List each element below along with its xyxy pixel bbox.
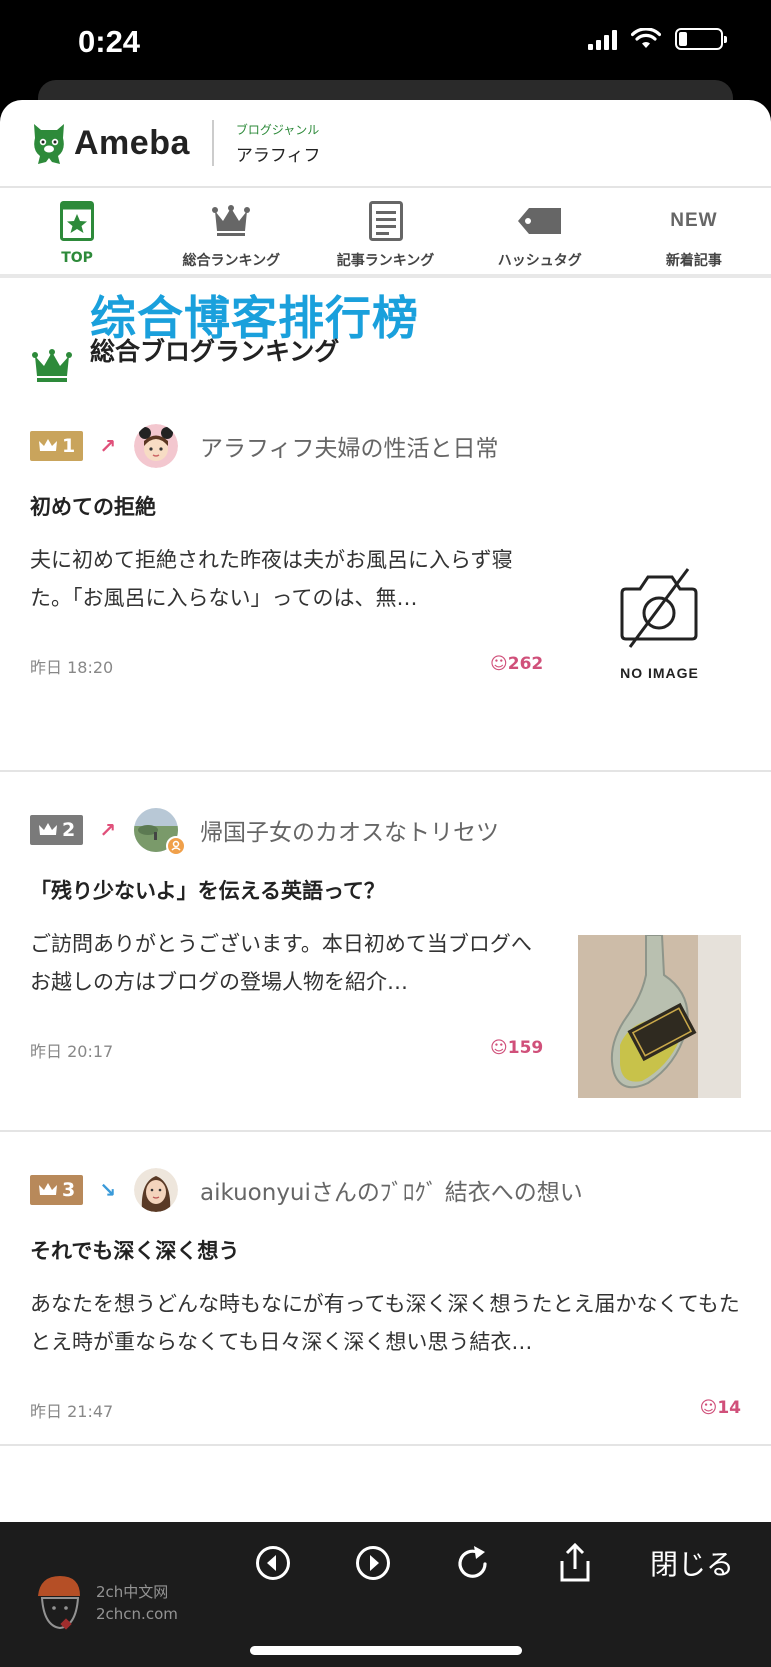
section-title: 総合ブログランキング <box>90 337 340 366</box>
smile-icon: ☺ <box>490 1038 508 1058</box>
ranking-entry[interactable]: 1 ↗ アラフィフ夫婦の性活と日常 初めての拒絶 夫に初めて拒絶された昨夜は夫が… <box>0 388 771 772</box>
entry-excerpt: 夫に初めて拒絶された昨夜は夫がお風呂に入らず寝た。「お風呂に入らない」ってのは、… <box>30 548 513 610</box>
browser-toolbar: 閉じる 2ch中文网 2chcn.com <box>0 1522 771 1667</box>
watermark-line1: 2ch中文网 <box>96 1583 169 1601</box>
tab-top[interactable]: TOP <box>0 188 154 274</box>
site-header: Ameba ブログジャンル アラフィフ <box>0 100 771 188</box>
avatar[interactable] <box>134 424 178 468</box>
rank-crown-icon <box>39 1183 57 1195</box>
smile-icon: ☺ <box>490 654 508 674</box>
article-icon <box>368 201 403 241</box>
site-watermark: 2ch中文网 2chcn.com <box>32 1572 178 1634</box>
forward-arrow-icon <box>356 1546 390 1580</box>
camera-off-icon <box>620 568 698 648</box>
watermark-mascot-icon <box>38 1576 80 1630</box>
like-count: ☺159 <box>490 1038 543 1058</box>
close-button[interactable]: 閉じる <box>650 1540 734 1586</box>
entry-thumbnail[interactable] <box>578 935 741 1098</box>
genre-caption: ブログジャンル <box>235 122 320 137</box>
reload-button[interactable] <box>450 1540 496 1586</box>
like-count: ☺262 <box>490 654 543 674</box>
avatar[interactable] <box>134 808 186 856</box>
trend-down-icon: ↘ <box>99 1178 116 1202</box>
forward-button[interactable] <box>350 1540 396 1586</box>
genre-nav: TOP 総合ランキング 記事ランキング ハッシュタグ NEW 新着記事 <box>0 188 771 278</box>
like-count-value: 159 <box>507 1038 544 1058</box>
smile-icon: ☺ <box>699 1398 718 1418</box>
entry-time: 昨日 21:47 <box>30 1402 114 1421</box>
ranking-section-header: 综合博客排行榜 総合ブログランキング <box>0 278 771 388</box>
tab-new-articles[interactable]: NEW 新着記事 <box>617 188 771 274</box>
blog-name[interactable]: アラフィフ夫婦の性活と日常 <box>200 429 499 463</box>
entry-title[interactable]: 「残り少ないよ」を伝える英語って？ <box>30 875 385 905</box>
ranking-entry[interactable]: 3 ↘ aikuonyuiさんのﾌﾞﾛｸﾞ 結衣への想い それでも深く深く想う … <box>0 1132 771 1446</box>
new-icon: NEW <box>670 210 718 231</box>
tab-new-articles-label: 新着記事 <box>665 253 722 269</box>
blog-name[interactable]: 帰国子女のカオスなトリセツ <box>200 813 499 847</box>
entry-time: 昨日 20:17 <box>30 1042 114 1061</box>
share-button[interactable] <box>552 1540 598 1586</box>
reload-icon <box>458 1546 487 1578</box>
header-divider <box>211 120 214 166</box>
tab-overall-ranking-label: 総合ランキング <box>182 253 281 269</box>
back-arrow-icon <box>256 1546 290 1580</box>
entry-time: 昨日 18:20 <box>30 658 114 677</box>
rank-badge: 1 <box>30 431 84 461</box>
tab-hashtag[interactable]: ハッシュタグ <box>463 188 617 274</box>
rank-number: 3 <box>62 1179 76 1201</box>
rank-number: 1 <box>62 435 76 457</box>
tab-overall-ranking[interactable]: 総合ランキング <box>154 188 308 274</box>
like-count-value: 262 <box>507 654 544 674</box>
browser-sheet: Ameba ブログジャンル アラフィフ TOP 総合ランキング 記事ランキング … <box>0 100 771 1522</box>
rank-crown-icon <box>39 823 57 835</box>
cellular-signal-icon <box>588 28 617 50</box>
crown-icon <box>212 205 251 236</box>
rank-number: 2 <box>62 819 76 841</box>
rank-badge: 2 <box>30 815 84 845</box>
entry-excerpt: あなたを想うどんな時もなにが有っても深く深く想うたとえ届かなくてもたとえ時が重な… <box>30 1292 740 1354</box>
rank-row: 1 ↗ アラフィフ夫婦の性活と日常 <box>30 424 499 468</box>
battery-icon <box>675 28 727 50</box>
like-count-value: 14 <box>717 1398 741 1418</box>
rank-crown-icon <box>39 439 57 451</box>
tab-article-ranking-label: 記事ランキング <box>336 253 435 269</box>
status-time: 0:24 <box>78 24 141 59</box>
trend-up-icon: ↗ <box>99 818 116 842</box>
like-count: ☺14 <box>700 1398 741 1418</box>
entry-title[interactable]: それでも深く深く想う <box>30 1235 239 1265</box>
tab-top-label: TOP <box>61 250 93 266</box>
share-icon <box>560 1543 590 1582</box>
wifi-icon <box>631 28 661 48</box>
watermark-line2: 2chcn.com <box>96 1605 178 1623</box>
status-bar: 0:24 <box>0 0 771 88</box>
tab-hashtag-label: ハッシュタグ <box>497 253 582 269</box>
genre-name: アラフィフ <box>235 145 321 166</box>
ameba-logo[interactable]: Ameba <box>30 120 190 166</box>
entry-title[interactable]: 初めての拒絶 <box>30 491 156 521</box>
entry-excerpt: ご訪問ありがとうございます。本日初めて当ブログへお越しの方はブログの登場人物を紹… <box>30 932 532 994</box>
genre-label[interactable]: ブログジャンル アラフィフ <box>236 121 321 166</box>
blog-name[interactable]: aikuonyuiさんのﾌﾞﾛｸﾞ 結衣への想い <box>200 1173 583 1207</box>
logo-text: Ameba <box>74 123 190 162</box>
avatar[interactable] <box>134 1168 178 1212</box>
home-indicator[interactable] <box>250 1646 522 1655</box>
section-crown-icon <box>32 349 72 382</box>
back-button[interactable] <box>250 1540 296 1586</box>
trend-up-icon: ↗ <box>99 434 116 458</box>
rank-row: 3 ↘ aikuonyuiさんのﾌﾞﾛｸﾞ 結衣への想い <box>30 1168 583 1212</box>
status-icons <box>588 28 727 50</box>
tab-article-ranking[interactable]: 記事ランキング <box>308 188 462 274</box>
no-image-label: NO IMAGE <box>620 665 699 681</box>
tag-icon <box>517 208 561 234</box>
battery-level <box>679 32 687 46</box>
rank-row: 2 ↗ 帰国子女のカオスなトリセツ <box>30 808 499 856</box>
ranking-entry[interactable]: 2 ↗ 帰国子女のカオスなトリセツ 「残り少ないよ」を伝える英語って？ ご訪問あ… <box>0 772 771 1132</box>
ameba-mascot-icon <box>34 124 64 164</box>
rank-badge: 3 <box>30 1175 84 1205</box>
top-page-icon <box>60 201 95 241</box>
no-image-thumbnail[interactable]: NO IMAGE <box>578 543 741 706</box>
